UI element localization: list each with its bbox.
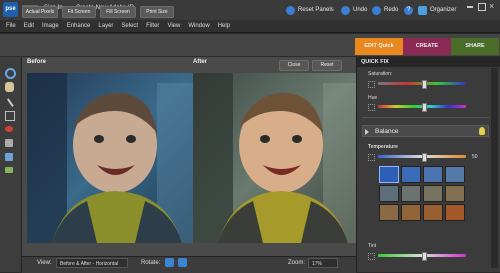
menu-enhance[interactable]: Enhance — [67, 23, 91, 29]
healing-brush-tool-icon[interactable] — [5, 153, 13, 161]
temperature-label: Temperature — [368, 144, 398, 150]
help-button[interactable]: ? — [404, 3, 413, 17]
close-window-icon[interactable]: × — [489, 1, 494, 11]
redo-button[interactable]: Redo — [372, 3, 398, 17]
tips-lightbulb-icon[interactable] — [479, 127, 485, 135]
mode-tabs: EDIT Quick CREATE SHARE — [355, 38, 499, 55]
before-label: Before — [27, 59, 47, 65]
tint-grid-icon[interactable] — [368, 253, 375, 260]
preview-thumbnail[interactable] — [401, 166, 421, 183]
menu-image[interactable]: Image — [42, 23, 59, 29]
rotate-label: Rotate: — [141, 260, 161, 266]
menu-help[interactable]: Help — [218, 23, 230, 29]
reset-panels-icon — [286, 5, 295, 15]
preview-thumbnail[interactable] — [423, 166, 443, 183]
before-photo — [27, 73, 193, 243]
hue-slider-knob[interactable] — [422, 103, 427, 112]
tint-label: Tint — [368, 243, 377, 249]
tab-share[interactable]: SHARE — [451, 38, 499, 55]
saturation-slider-knob[interactable] — [422, 80, 427, 89]
temperature-preview-grid — [379, 166, 465, 221]
preview-thumbnail[interactable] — [379, 166, 399, 183]
undo-button[interactable]: Undo — [341, 3, 367, 17]
preview-thumbnail[interactable] — [445, 204, 465, 221]
tab-create[interactable]: CREATE — [403, 38, 451, 55]
menu-bar: File Edit Image Enhance Layer Select Fil… — [0, 20, 500, 33]
preview-thumbnail[interactable] — [445, 185, 465, 202]
menu-select[interactable]: Select — [121, 23, 138, 29]
organizer-icon — [418, 5, 427, 15]
saturation-grid-icon[interactable] — [368, 81, 375, 88]
temperature-grid-icon[interactable] — [368, 154, 375, 161]
tint-slider-knob[interactable] — [422, 252, 427, 261]
crop-tool-icon[interactable] — [5, 111, 15, 121]
app-logo: pse — [3, 2, 18, 17]
preview-thumbnail[interactable] — [423, 185, 443, 202]
rotate-right-icon[interactable] — [178, 258, 187, 267]
zoom-label: Zoom: — [288, 260, 306, 266]
close-button[interactable]: Close — [279, 60, 309, 71]
menu-layer[interactable]: Layer — [98, 23, 113, 29]
quick-fix-panel — [356, 57, 500, 272]
fill-screen-button[interactable]: Fill Screen — [100, 6, 136, 18]
preview-thumbnail[interactable] — [445, 166, 465, 183]
zoom-tool-icon[interactable] — [5, 68, 16, 79]
tab-edit-quick[interactable]: EDIT Quick — [355, 38, 403, 55]
balance-section-header[interactable]: Balance — [362, 125, 489, 137]
help-icon: ? — [404, 5, 413, 15]
rotate-left-icon[interactable] — [165, 258, 174, 267]
menu-view[interactable]: View — [167, 23, 180, 29]
view-label: View: — [37, 260, 52, 266]
menu-filter[interactable]: Filter — [146, 23, 159, 29]
hand-tool-icon[interactable] — [5, 82, 14, 92]
undo-icon — [341, 5, 350, 15]
zoom-dropdown[interactable]: 17% — [308, 258, 338, 268]
actual-pixels-button[interactable]: Actual Pixels — [22, 6, 58, 18]
expand-arrow-icon[interactable] — [365, 129, 369, 135]
panel-scrollbar[interactable] — [491, 68, 498, 268]
temperature-value: 50 — [472, 154, 478, 160]
preview-thumbnail[interactable] — [401, 185, 421, 202]
hue-label: Hue — [368, 95, 378, 101]
hue-grid-icon[interactable] — [368, 104, 375, 111]
redo-icon — [372, 5, 381, 15]
temperature-slider-knob[interactable] — [422, 153, 427, 162]
whiten-teeth-tool-icon[interactable] — [5, 139, 13, 147]
preview-thumbnail[interactable] — [423, 204, 443, 221]
organizer-button[interactable]: Organizer — [418, 3, 456, 17]
after-photo — [193, 73, 359, 243]
quick-fix-header: QUICK FIX — [357, 57, 500, 67]
saturation-label: Saturation: — [368, 71, 393, 77]
view-mode-dropdown[interactable]: Before & After - Horizontal — [56, 258, 128, 268]
red-eye-tool-icon[interactable] — [5, 126, 13, 132]
make-dull-sky-blue-tool-icon[interactable] — [5, 167, 13, 173]
preview-thumbnail[interactable] — [379, 185, 399, 202]
reset-panels-button[interactable]: Reset Panels — [286, 3, 334, 17]
preview-thumbnail[interactable] — [379, 204, 399, 221]
after-label: After — [193, 59, 208, 65]
minimize-icon[interactable] — [467, 6, 473, 8]
maximize-icon[interactable] — [478, 3, 486, 11]
preview-thumbnail[interactable] — [401, 204, 421, 221]
menu-edit[interactable]: Edit — [24, 23, 34, 29]
panel-divider — [362, 117, 489, 118]
menu-window[interactable]: Window — [188, 23, 209, 29]
menu-file[interactable]: File — [6, 23, 16, 29]
print-size-button[interactable]: Print Size — [140, 6, 174, 18]
fit-screen-button[interactable]: Fit Screen — [62, 6, 96, 18]
reset-button[interactable]: Reset — [312, 60, 342, 71]
